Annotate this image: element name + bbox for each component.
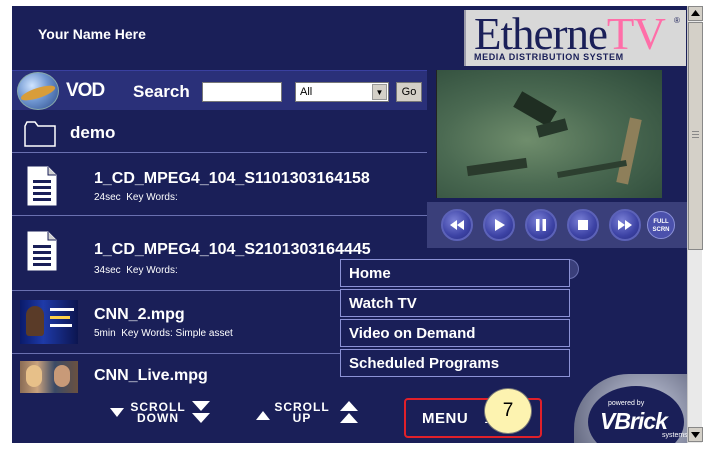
scroll-down-arrow[interactable] [688,427,703,442]
keywords-label: Key Words: [121,328,173,339]
scrollbar-grip [692,131,699,132]
search-label: Search [133,82,190,101]
folder-name: demo [70,123,116,142]
stop-button[interactable] [567,209,599,241]
header: Your Name Here EtherneTV ® MEDIA DISTRIB… [12,6,687,70]
menu-item-watch-tv[interactable]: Watch TV [340,289,570,317]
file-meta: 24sec Key Words: [94,192,178,203]
scroll-up-label-2: UP [292,411,312,425]
vod-globe-icon [17,72,59,110]
file-list-item[interactable]: 1_CD_MPEG4_104_S1101303164158 24sec Key … [12,154,427,216]
file-title: CNN_Live.mpg [94,367,208,384]
logo-subtitle: MEDIA DISTRIBUTION SYSTEM [474,52,624,62]
thumbnail-person [54,365,70,387]
filter-selected-value: All [300,86,313,98]
vertical-scrollbar[interactable] [687,6,703,443]
double-arrow-down-icon [192,401,210,423]
scroll-down-button[interactable]: SCROLL DOWN [110,399,240,429]
arrow-down-icon [110,408,124,417]
scroll-up-button[interactable]: SCROLL UP [256,399,386,429]
go-button[interactable]: Go [396,82,422,102]
scroll-down-label-2: DOWN [137,411,179,425]
scroll-up-label: SCROLL UP [274,401,330,425]
keywords-label: Key Words: [126,192,178,203]
window: Your Name Here EtherneTV ® MEDIA DISTRIB… [0,0,708,449]
menu-label: MENU [422,410,469,427]
menu-item-video-on-demand[interactable]: Video on Demand [340,319,570,347]
file-title: 1_CD_MPEG4_104_S2101303164445 [94,241,371,258]
scroll-up-arrow[interactable] [688,6,703,21]
search-input[interactable] [202,82,282,102]
scrollbar-grip [692,137,699,138]
arrow-up-icon [256,411,270,420]
menu-item-home[interactable]: Home [340,259,570,287]
scrollbar-thumb[interactable] [688,22,703,250]
file-duration: 24sec [94,192,121,203]
vbrick-logo: powered by VBrick systems [574,374,687,443]
scrollbar-grip [692,134,699,135]
file-keywords: Simple asset [175,328,233,339]
annotation-badge: 7 [484,388,532,434]
thumbnail-person [26,365,42,387]
file-meta: 34sec Key Words: [94,265,178,276]
vbrick-systems: systems [662,432,687,439]
vod-label: VOD [66,80,105,101]
thumbnail-text-line [50,308,74,311]
fast-forward-icon [618,220,632,230]
keywords-label: Key Words: [126,265,178,276]
thumbnail-text-line [50,324,72,327]
vod-search-bar: VOD Search All ▼ Go [12,70,427,110]
file-duration: 5min [94,328,116,339]
document-icon [27,166,57,206]
full-screen-label-2: SCRN [652,227,670,233]
thumbnail-person [26,306,44,336]
stop-icon [578,220,588,230]
video-thumbnail [20,300,78,344]
rewind-icon [450,220,464,230]
playback-controls: FULL SCRN [427,202,687,248]
scroll-down-label: SCROLL DOWN [130,401,186,425]
fast-forward-button[interactable] [609,209,641,241]
menu-item-scheduled-programs[interactable]: Scheduled Programs [340,349,570,377]
vbrick-name: VBrick [600,408,668,434]
play-icon [495,219,505,231]
folder-icon [24,121,56,147]
filter-select[interactable]: All ▼ [295,82,389,102]
video-thumbnail [20,361,78,393]
double-arrow-up-icon [340,401,358,423]
pause-button[interactable] [525,209,557,241]
chevron-down-icon[interactable]: ▼ [372,84,387,100]
pause-icon [536,219,546,231]
file-title: 1_CD_MPEG4_104_S1101303164158 [94,170,370,187]
logo-registered-mark: ® [674,16,680,25]
play-button[interactable] [483,209,515,241]
file-duration: 34sec [94,265,121,276]
full-screen-label-1: FULL [653,219,669,225]
user-name: Your Name Here [38,26,146,42]
vbrick-powered-by: powered by [608,400,645,407]
file-meta: 5min Key Words: Simple asset [94,328,233,339]
document-icon [27,231,57,271]
ethernetv-app: Your Name Here EtherneTV ® MEDIA DISTRIB… [12,6,687,443]
video-player[interactable] [436,70,662,198]
full-screen-button[interactable]: FULL SCRN [647,211,675,239]
triangle-up-icon [691,10,700,16]
ethernetv-logo: EtherneTV ® MEDIA DISTRIBUTION SYSTEM [464,9,686,66]
thumbnail-text-line [50,316,70,319]
file-title: CNN_2.mpg [94,306,185,323]
folder-row[interactable]: demo [12,111,427,153]
triangle-down-icon [691,432,700,438]
rewind-button[interactable] [441,209,473,241]
